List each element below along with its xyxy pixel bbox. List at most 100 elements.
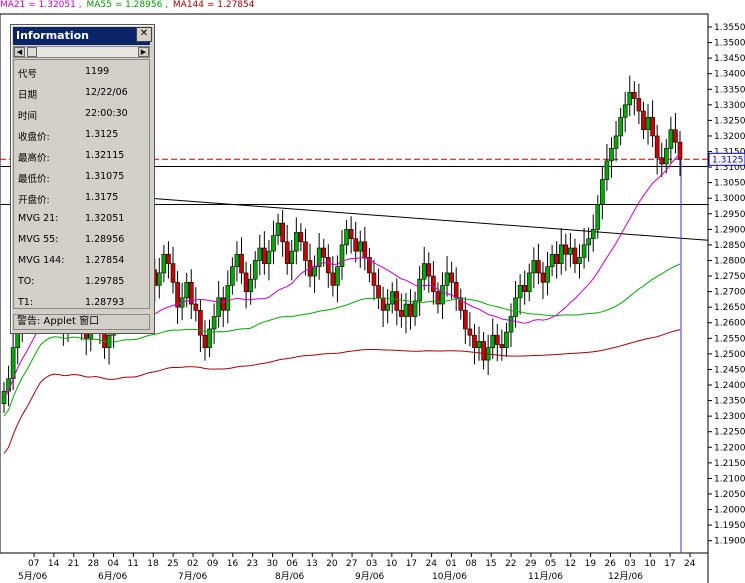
candle-body <box>412 300 418 317</box>
info-scrollbar[interactable]: ◀ ▶ <box>13 46 150 58</box>
candle-body <box>257 247 263 261</box>
scroll-thumb[interactable] <box>27 47 37 57</box>
candle-body <box>271 235 276 252</box>
candle-body <box>243 272 249 292</box>
candle-body <box>609 148 614 162</box>
candle-body <box>234 253 240 268</box>
candle-body <box>248 278 253 292</box>
candle-body <box>156 272 162 286</box>
candle-body <box>563 244 569 255</box>
close-icon[interactable]: ✕ <box>136 27 152 42</box>
x-tick-label: 09 <box>207 559 219 569</box>
y-tick-label: 1.1950 <box>714 521 745 531</box>
candle-body <box>421 263 427 280</box>
scroll-right-icon[interactable]: ▶ <box>138 47 149 57</box>
y-tick-label: 1.2650 <box>714 303 745 313</box>
scroll-left-icon[interactable]: ◀ <box>14 47 25 57</box>
y-tick-label: 1.2600 <box>714 319 745 329</box>
candle-body <box>239 253 244 274</box>
candle-body <box>545 266 550 283</box>
y-tick-label: 1.2850 <box>714 241 745 251</box>
x-tick-label: 03 <box>366 559 377 569</box>
candle-body <box>166 253 171 264</box>
y-tick-label: 1.3250 <box>714 116 745 126</box>
candle-body <box>339 244 345 268</box>
x-tick-label: 25 <box>167 559 178 569</box>
y-tick-label: 1.2800 <box>714 256 745 266</box>
candle-body <box>399 309 404 317</box>
candle-body <box>536 260 541 274</box>
candle-body <box>330 272 336 286</box>
candle-body <box>540 272 546 283</box>
candle-body <box>586 238 591 246</box>
y-tick-label: 1.3350 <box>714 85 745 95</box>
y-tick-label: 1.2350 <box>714 397 745 407</box>
candle-body <box>193 303 199 311</box>
candle-body <box>522 285 528 292</box>
candle-body <box>216 297 221 317</box>
candle-body <box>202 334 208 348</box>
x-tick-label: 28 <box>88 559 100 569</box>
x-tick-label: 04 <box>108 559 120 569</box>
candle-body <box>294 232 299 252</box>
information-panel[interactable]: Information ✕ ◀ ▶ 代号 1199 日期 12/22/06 时间 22… <box>10 24 155 334</box>
x-tick-label: 26 <box>604 559 616 569</box>
candle-body <box>275 222 281 236</box>
candle-body <box>650 116 655 137</box>
y-tick-label: 1.3500 <box>714 39 745 49</box>
month-label: 7月/06 <box>178 571 207 582</box>
candle-body <box>385 303 390 311</box>
candle-body <box>581 244 587 258</box>
candle-body <box>494 334 500 345</box>
x-tick-label: 17 <box>406 559 417 569</box>
x-tick-label: 22 <box>505 559 516 569</box>
candle-body <box>549 253 555 268</box>
month-label: 6月/06 <box>98 571 127 582</box>
candle-body <box>211 316 217 330</box>
y-tick-label: 1.2050 <box>714 490 745 500</box>
candle-body <box>262 247 267 264</box>
y-tick-label: 1.2300 <box>714 412 745 422</box>
x-tick-label: 18 <box>147 559 159 569</box>
candle-body <box>353 238 359 252</box>
x-tick-label: 11 <box>127 559 138 569</box>
month-label: 11月/06 <box>528 571 563 582</box>
x-tick-label: 12 <box>565 559 576 569</box>
candle-body <box>10 347 16 380</box>
candle-body <box>663 148 669 165</box>
candle-body <box>481 341 486 361</box>
candle-body <box>654 135 660 159</box>
candle-body <box>170 263 176 283</box>
candle-body <box>449 272 454 283</box>
candle-body <box>508 316 514 333</box>
y-tick-label: 1.2750 <box>714 272 745 282</box>
candle-body <box>252 260 258 280</box>
y-tick-label: 1.3200 <box>714 132 745 142</box>
x-tick-label: 10 <box>644 559 656 569</box>
y-tick-label: 1.2100 <box>714 474 745 484</box>
x-tick-label: 20 <box>326 559 338 569</box>
x-tick-label: 27 <box>346 559 357 569</box>
candle-body <box>645 116 651 131</box>
y-tick-label: 1.2700 <box>714 288 745 298</box>
y-tick-label: 1.3450 <box>714 54 745 64</box>
candle-body <box>517 285 523 299</box>
candle-body <box>220 297 226 311</box>
y-tick-label: 1.2000 <box>714 506 745 516</box>
candle-body <box>490 334 496 348</box>
candle-body <box>476 341 482 348</box>
candle-body <box>362 241 368 258</box>
y-tick-label: 1.2950 <box>714 210 745 220</box>
candle-body <box>394 291 400 311</box>
month-label: 8月/06 <box>275 571 304 582</box>
month-label: 9月/06 <box>355 571 384 582</box>
x-tick-label: 08 <box>465 559 477 569</box>
y-tick-label: 1.3300 <box>714 101 745 111</box>
candle-body <box>668 129 674 149</box>
candle-body <box>335 266 340 286</box>
candle-body <box>348 229 354 239</box>
candle-body <box>321 247 327 258</box>
candle-body <box>289 250 295 264</box>
candle-body <box>426 263 432 277</box>
y-tick-label: 1.3550 <box>714 23 745 33</box>
